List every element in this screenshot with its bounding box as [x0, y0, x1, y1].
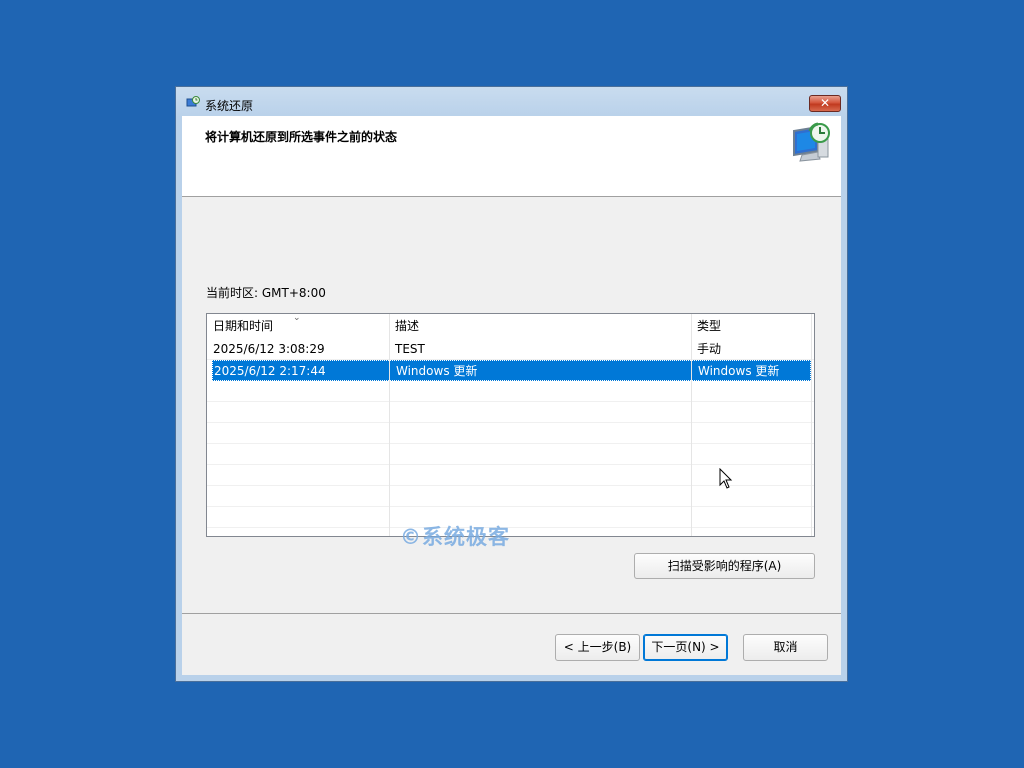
watermark-icon: ©	[400, 525, 422, 549]
timezone-label: 当前时区: GMT+8:00	[206, 286, 326, 300]
empty-row	[207, 444, 814, 465]
window-title: 系统还原	[205, 99, 254, 113]
table-row-selected[interactable]: 2025/6/12 2:17:44 Windows 更新 Windows 更新	[212, 360, 811, 381]
empty-row	[207, 507, 814, 528]
cancel-button[interactable]: 取消	[743, 634, 828, 661]
watermark-text: 系统极客	[422, 525, 510, 549]
cell-description: TEST	[395, 342, 425, 356]
system-restore-window: 系统还原 ✕ 将计算机还原到所选事件之前的状态 当前时区: GMT+8:00 日…	[175, 86, 848, 682]
mouse-cursor-icon	[719, 468, 733, 489]
column-divider[interactable]	[811, 314, 812, 536]
list-header: 日期和时间 ⌄ 描述 类型	[207, 314, 814, 339]
wizard-body: 将计算机还原到所选事件之前的状态 当前时区: GMT+8:00 日期和时间 ⌄ …	[182, 116, 841, 675]
cell-type: Windows 更新	[698, 364, 780, 378]
cell-description: Windows 更新	[396, 364, 478, 378]
empty-row	[207, 402, 814, 423]
page-title: 将计算机还原到所选事件之前的状态	[205, 130, 398, 144]
next-button[interactable]: 下一页(N) >	[643, 634, 728, 661]
watermark-logo: ©系统极客	[400, 521, 510, 551]
back-button[interactable]: < 上一步(B)	[555, 634, 640, 661]
column-divider[interactable]	[691, 314, 692, 536]
table-row[interactable]: 2025/6/12 3:08:29 TEST 手动	[207, 339, 814, 360]
column-header-description[interactable]: 描述	[389, 314, 691, 339]
header-panel: 将计算机还原到所选事件之前的状态	[182, 116, 841, 197]
column-header-type[interactable]: 类型	[691, 314, 811, 339]
empty-row	[207, 381, 814, 402]
sort-down-icon: ⌄	[293, 313, 301, 323]
close-button[interactable]: ✕	[809, 95, 841, 112]
scan-affected-programs-button[interactable]: 扫描受影响的程序(A)	[634, 553, 815, 579]
system-restore-icon	[186, 96, 200, 107]
empty-row	[207, 423, 814, 444]
restore-point-list[interactable]: 日期和时间 ⌄ 描述 类型 2025/6/12 3:08:29 TEST 手动 …	[206, 313, 815, 537]
footer-divider	[182, 613, 841, 614]
cell-date: 2025/6/12 3:08:29	[213, 342, 325, 356]
monitor-restore-icon	[793, 122, 830, 162]
cell-date: 2025/6/12 2:17:44	[214, 364, 326, 378]
title-bar[interactable]: 系统还原 ✕	[176, 87, 847, 117]
column-divider[interactable]	[389, 314, 390, 536]
cell-type: 手动	[697, 342, 722, 356]
